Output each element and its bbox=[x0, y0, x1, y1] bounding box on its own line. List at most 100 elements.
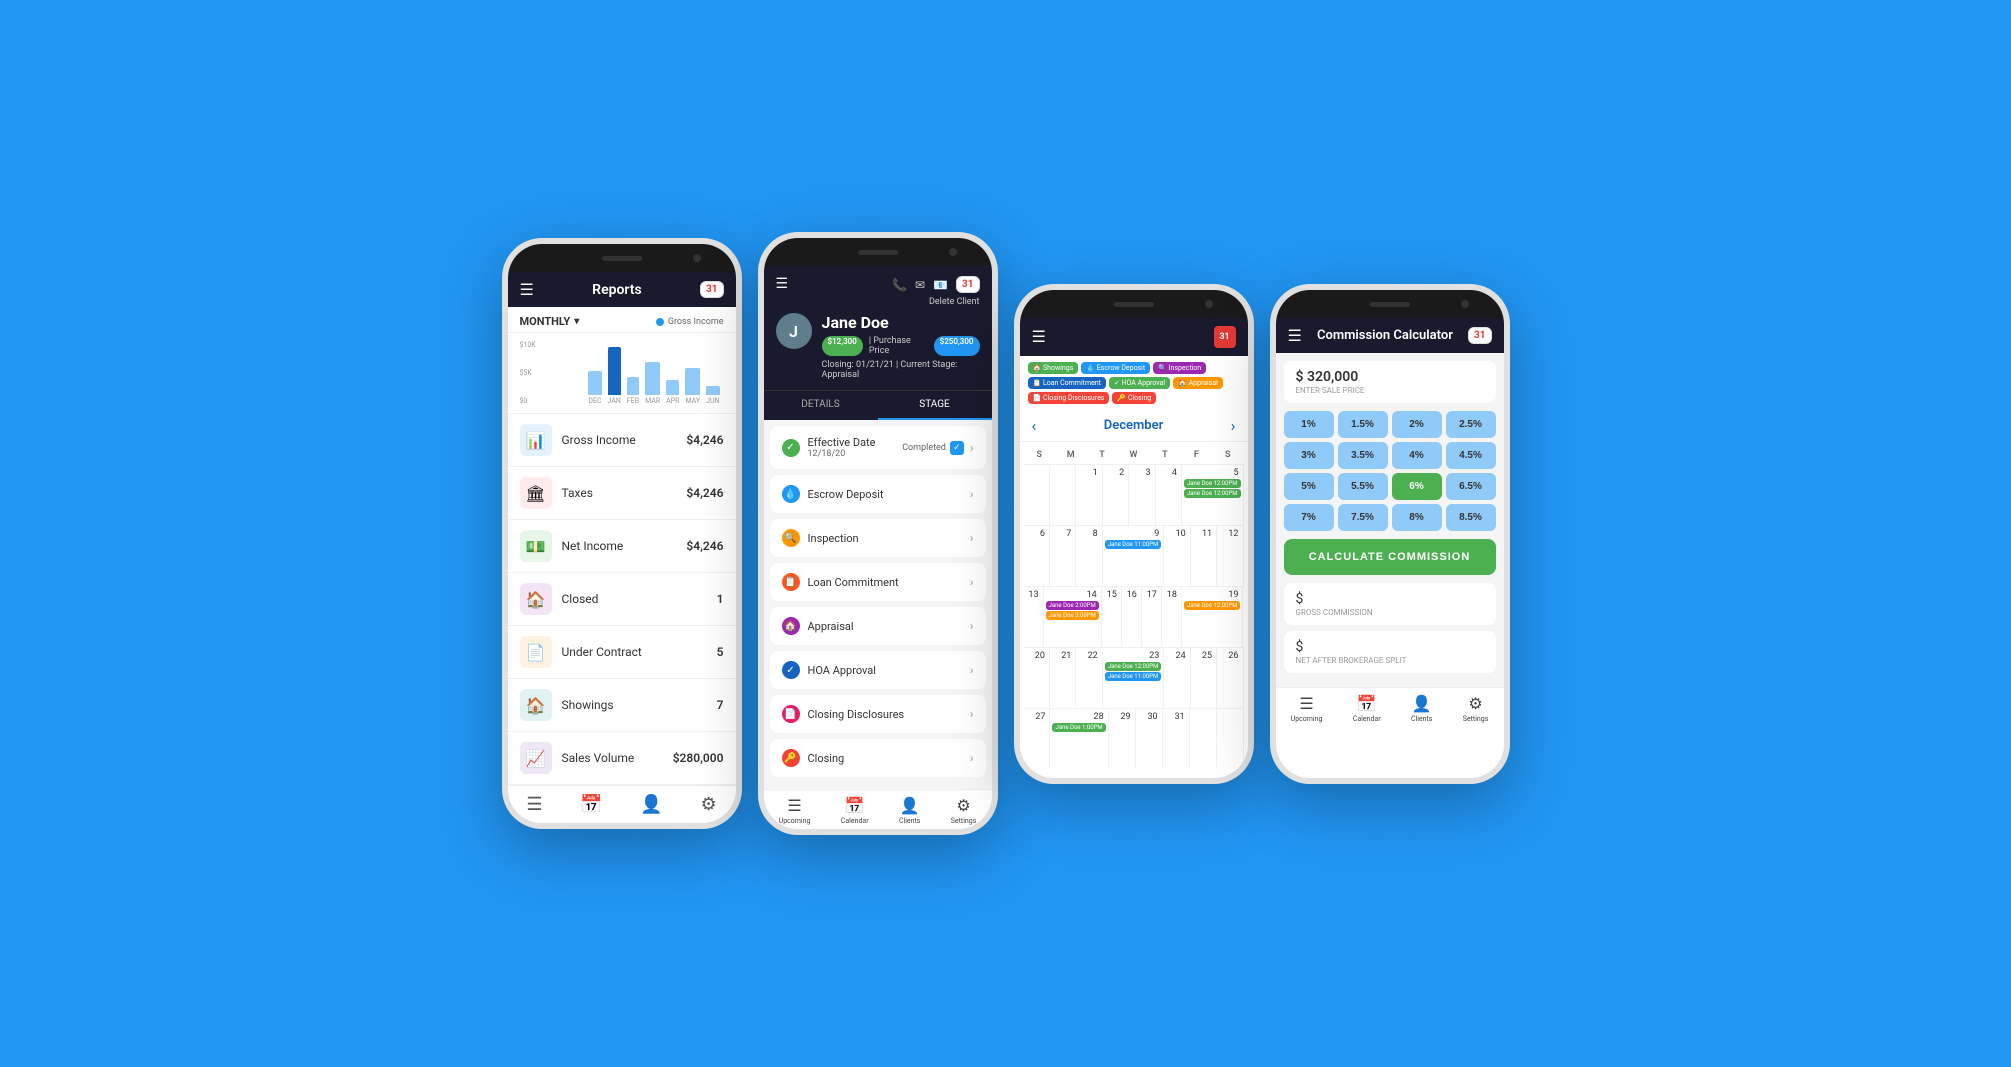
rate-4[interactable]: 4% bbox=[1392, 442, 1442, 469]
net-commission-box: $ NET AFTER BROKERAGE SPLIT bbox=[1284, 631, 1496, 673]
calc-title: Commission Calculator bbox=[1317, 328, 1453, 343]
tab-details[interactable]: DETAILS bbox=[764, 391, 878, 420]
rate-6-5[interactable]: 6.5% bbox=[1446, 473, 1496, 500]
cal-week-5: 27 28 Jane Doe 1:00PM 29 30 31 bbox=[1024, 708, 1244, 769]
rate-5[interactable]: 5% bbox=[1284, 473, 1334, 500]
cal-month: December bbox=[1104, 418, 1164, 433]
rate-4-5[interactable]: 4.5% bbox=[1446, 442, 1496, 469]
settings-icon-4: ⚙ bbox=[1468, 694, 1482, 713]
rate-3-5[interactable]: 3.5% bbox=[1338, 442, 1388, 469]
taxes-icon: 🏛 bbox=[520, 477, 552, 509]
stage-escrow-deposit[interactable]: 💧 Escrow Deposit › bbox=[770, 475, 986, 513]
showings-icon: 🏠 bbox=[520, 689, 552, 721]
notch-3 bbox=[1020, 290, 1248, 318]
nav-calendar-1[interactable]: 📅 bbox=[580, 794, 602, 815]
legend-hoa: ✓ HOA Approval bbox=[1109, 377, 1170, 389]
cal-cell-28: 28 Jane Doe 1:00PM bbox=[1050, 709, 1108, 769]
chevron-inspection: › bbox=[970, 531, 974, 545]
rate-2-5[interactable]: 2.5% bbox=[1446, 411, 1496, 438]
rate-8-5[interactable]: 8.5% bbox=[1446, 504, 1496, 531]
rate-1-5[interactable]: 1.5% bbox=[1338, 411, 1388, 438]
calc-body: $ 320,000 ENTER SALE PRICE 1% 1.5% 2% 2.… bbox=[1276, 353, 1504, 687]
next-month-btn[interactable]: › bbox=[1231, 416, 1236, 435]
client-header: ☰ 📞 ✉ 📧 31 Delete Client J Jane Doe bbox=[764, 266, 992, 390]
prev-month-btn[interactable]: ‹ bbox=[1032, 416, 1037, 435]
cal-cell-12: 12 bbox=[1217, 526, 1243, 586]
gross-commission-box: $ GROSS COMMISSION bbox=[1284, 583, 1496, 625]
nav-settings-2[interactable]: ⚙ Settings bbox=[951, 796, 977, 825]
cal-cell-4: 4 bbox=[1156, 465, 1182, 525]
camera-1 bbox=[693, 254, 701, 262]
cal-cell-23: 23 Jane Doe 12:00PM Jane Doe 11:00PM bbox=[1103, 648, 1165, 708]
cal-cell-17: 17 bbox=[1142, 587, 1162, 647]
check-box: ✓ bbox=[950, 441, 964, 455]
cal-cell-29: 29 bbox=[1109, 709, 1136, 769]
settings-icon-2: ⚙ bbox=[956, 796, 970, 815]
stage-effective-date[interactable]: ✓ Effective Date 12/18/20 Completed ✓ › bbox=[770, 426, 986, 469]
rate-6[interactable]: 6% bbox=[1392, 473, 1442, 500]
stage-loan-commitment[interactable]: 📋 Loan Commitment › bbox=[770, 563, 986, 601]
stage-dot-escrow: 💧 bbox=[782, 485, 800, 503]
stage-dot-hoa: ✓ bbox=[782, 661, 800, 679]
rate-8[interactable]: 8% bbox=[1392, 504, 1442, 531]
clients-icon-2: 👤 bbox=[900, 796, 920, 815]
notch-2 bbox=[764, 238, 992, 266]
nav-upcoming-2[interactable]: ☰ Upcoming bbox=[779, 796, 811, 825]
purchase-price-badge: $250,300 bbox=[934, 336, 980, 356]
event-14a: Jane Doe 2:00PM bbox=[1046, 601, 1099, 610]
delete-client-btn[interactable]: Delete Client bbox=[929, 297, 980, 307]
rate-1[interactable]: 1% bbox=[1284, 411, 1334, 438]
rate-7-5[interactable]: 7.5% bbox=[1338, 504, 1388, 531]
calculate-commission-btn[interactable]: CALCULATE COMMISSION bbox=[1284, 539, 1496, 575]
report-net-income: 💵 Net Income $4,246 bbox=[508, 520, 736, 573]
cal-cell-7: 7 bbox=[1050, 526, 1076, 586]
stage-appraisal[interactable]: 🏠 Appraisal › bbox=[770, 607, 986, 645]
hamburger-icon-4[interactable]: ☰ bbox=[1288, 326, 1302, 345]
bar-jun: JUN bbox=[706, 386, 719, 405]
tab-stage[interactable]: STAGE bbox=[878, 391, 992, 420]
nav-settings-4[interactable]: ⚙ Settings bbox=[1463, 694, 1489, 723]
cal-cell-3: 3 bbox=[1129, 465, 1155, 525]
chevron-hoa: › bbox=[970, 663, 974, 677]
bar-feb: FEB bbox=[627, 377, 639, 405]
nav-clients-4[interactable]: 👤 Clients bbox=[1411, 694, 1432, 723]
rate-7[interactable]: 7% bbox=[1284, 504, 1334, 531]
hamburger-icon[interactable]: ☰ bbox=[520, 280, 534, 299]
sale-price-box[interactable]: $ 320,000 ENTER SALE PRICE bbox=[1284, 361, 1496, 403]
nav-calendar-4[interactable]: 📅 Calendar bbox=[1353, 694, 1381, 723]
stage-inspection[interactable]: 🔍 Inspection › bbox=[770, 519, 986, 557]
menu-icon[interactable]: ☰ bbox=[776, 276, 789, 293]
event-23b: Jane Doe 11:00PM bbox=[1105, 672, 1162, 681]
cal-legend: 🏠 Showings 💧 Escrow Deposit 🔍 Inspection… bbox=[1020, 356, 1248, 410]
upcoming-icon-4: ☰ bbox=[1299, 694, 1313, 713]
stage-dot-loan: 📋 bbox=[782, 573, 800, 591]
stage-hoa-approval[interactable]: ✓ HOA Approval › bbox=[770, 651, 986, 689]
rate-5-5[interactable]: 5.5% bbox=[1338, 473, 1388, 500]
legend-loan: 📋 Loan Commitment bbox=[1028, 377, 1106, 389]
rate-2[interactable]: 2% bbox=[1392, 411, 1442, 438]
nav-list-1[interactable]: ☰ bbox=[526, 794, 542, 815]
nav-clients-2[interactable]: 👤 Clients bbox=[899, 796, 920, 825]
report-gross-income: 📊 Gross Income $4,246 bbox=[508, 414, 736, 467]
stage-dot-appraisal: 🏠 bbox=[782, 617, 800, 635]
cal-cell-8: 8 bbox=[1076, 526, 1102, 586]
nav-calendar-2[interactable]: 📅 Calendar bbox=[841, 796, 869, 825]
event-9a: Jane Doe 11:00PM bbox=[1105, 540, 1162, 549]
legend-closing: 🔑 Closing bbox=[1112, 392, 1156, 404]
speaker-4 bbox=[1370, 302, 1410, 307]
chevron-closing: › bbox=[970, 751, 974, 765]
stage-closing-disclosures[interactable]: 📄 Closing Disclosures › bbox=[770, 695, 986, 733]
chart-area: $10K $5K $0 DEC JAN FEB MAR APR MAY JUN bbox=[508, 333, 736, 414]
hamburger-icon-3[interactable]: ☰ bbox=[1032, 327, 1046, 346]
cal-week-3: 13 14 Jane Doe 2:00PM Jane Doe 3:00PM 15… bbox=[1024, 586, 1244, 647]
screen4: ☰ Commission Calculator 31 $ 320,000 ENT… bbox=[1276, 318, 1504, 727]
nav-settings-1[interactable]: ⚙ bbox=[701, 794, 717, 815]
pipe-sep: | Purchase Price bbox=[869, 336, 928, 356]
stage-closing[interactable]: 🔑 Closing › bbox=[770, 739, 986, 777]
closed-icon: 🏠 bbox=[520, 583, 552, 615]
phone-1: ☰ Reports 31 MONTHLY ▾ Gross Income bbox=[502, 238, 742, 829]
rate-3[interactable]: 3% bbox=[1284, 442, 1334, 469]
nav-upcoming-4[interactable]: ☰ Upcoming bbox=[1291, 694, 1323, 723]
sale-price-value: $ 320,000 bbox=[1296, 369, 1484, 385]
nav-client-1[interactable]: 👤 bbox=[640, 794, 662, 815]
